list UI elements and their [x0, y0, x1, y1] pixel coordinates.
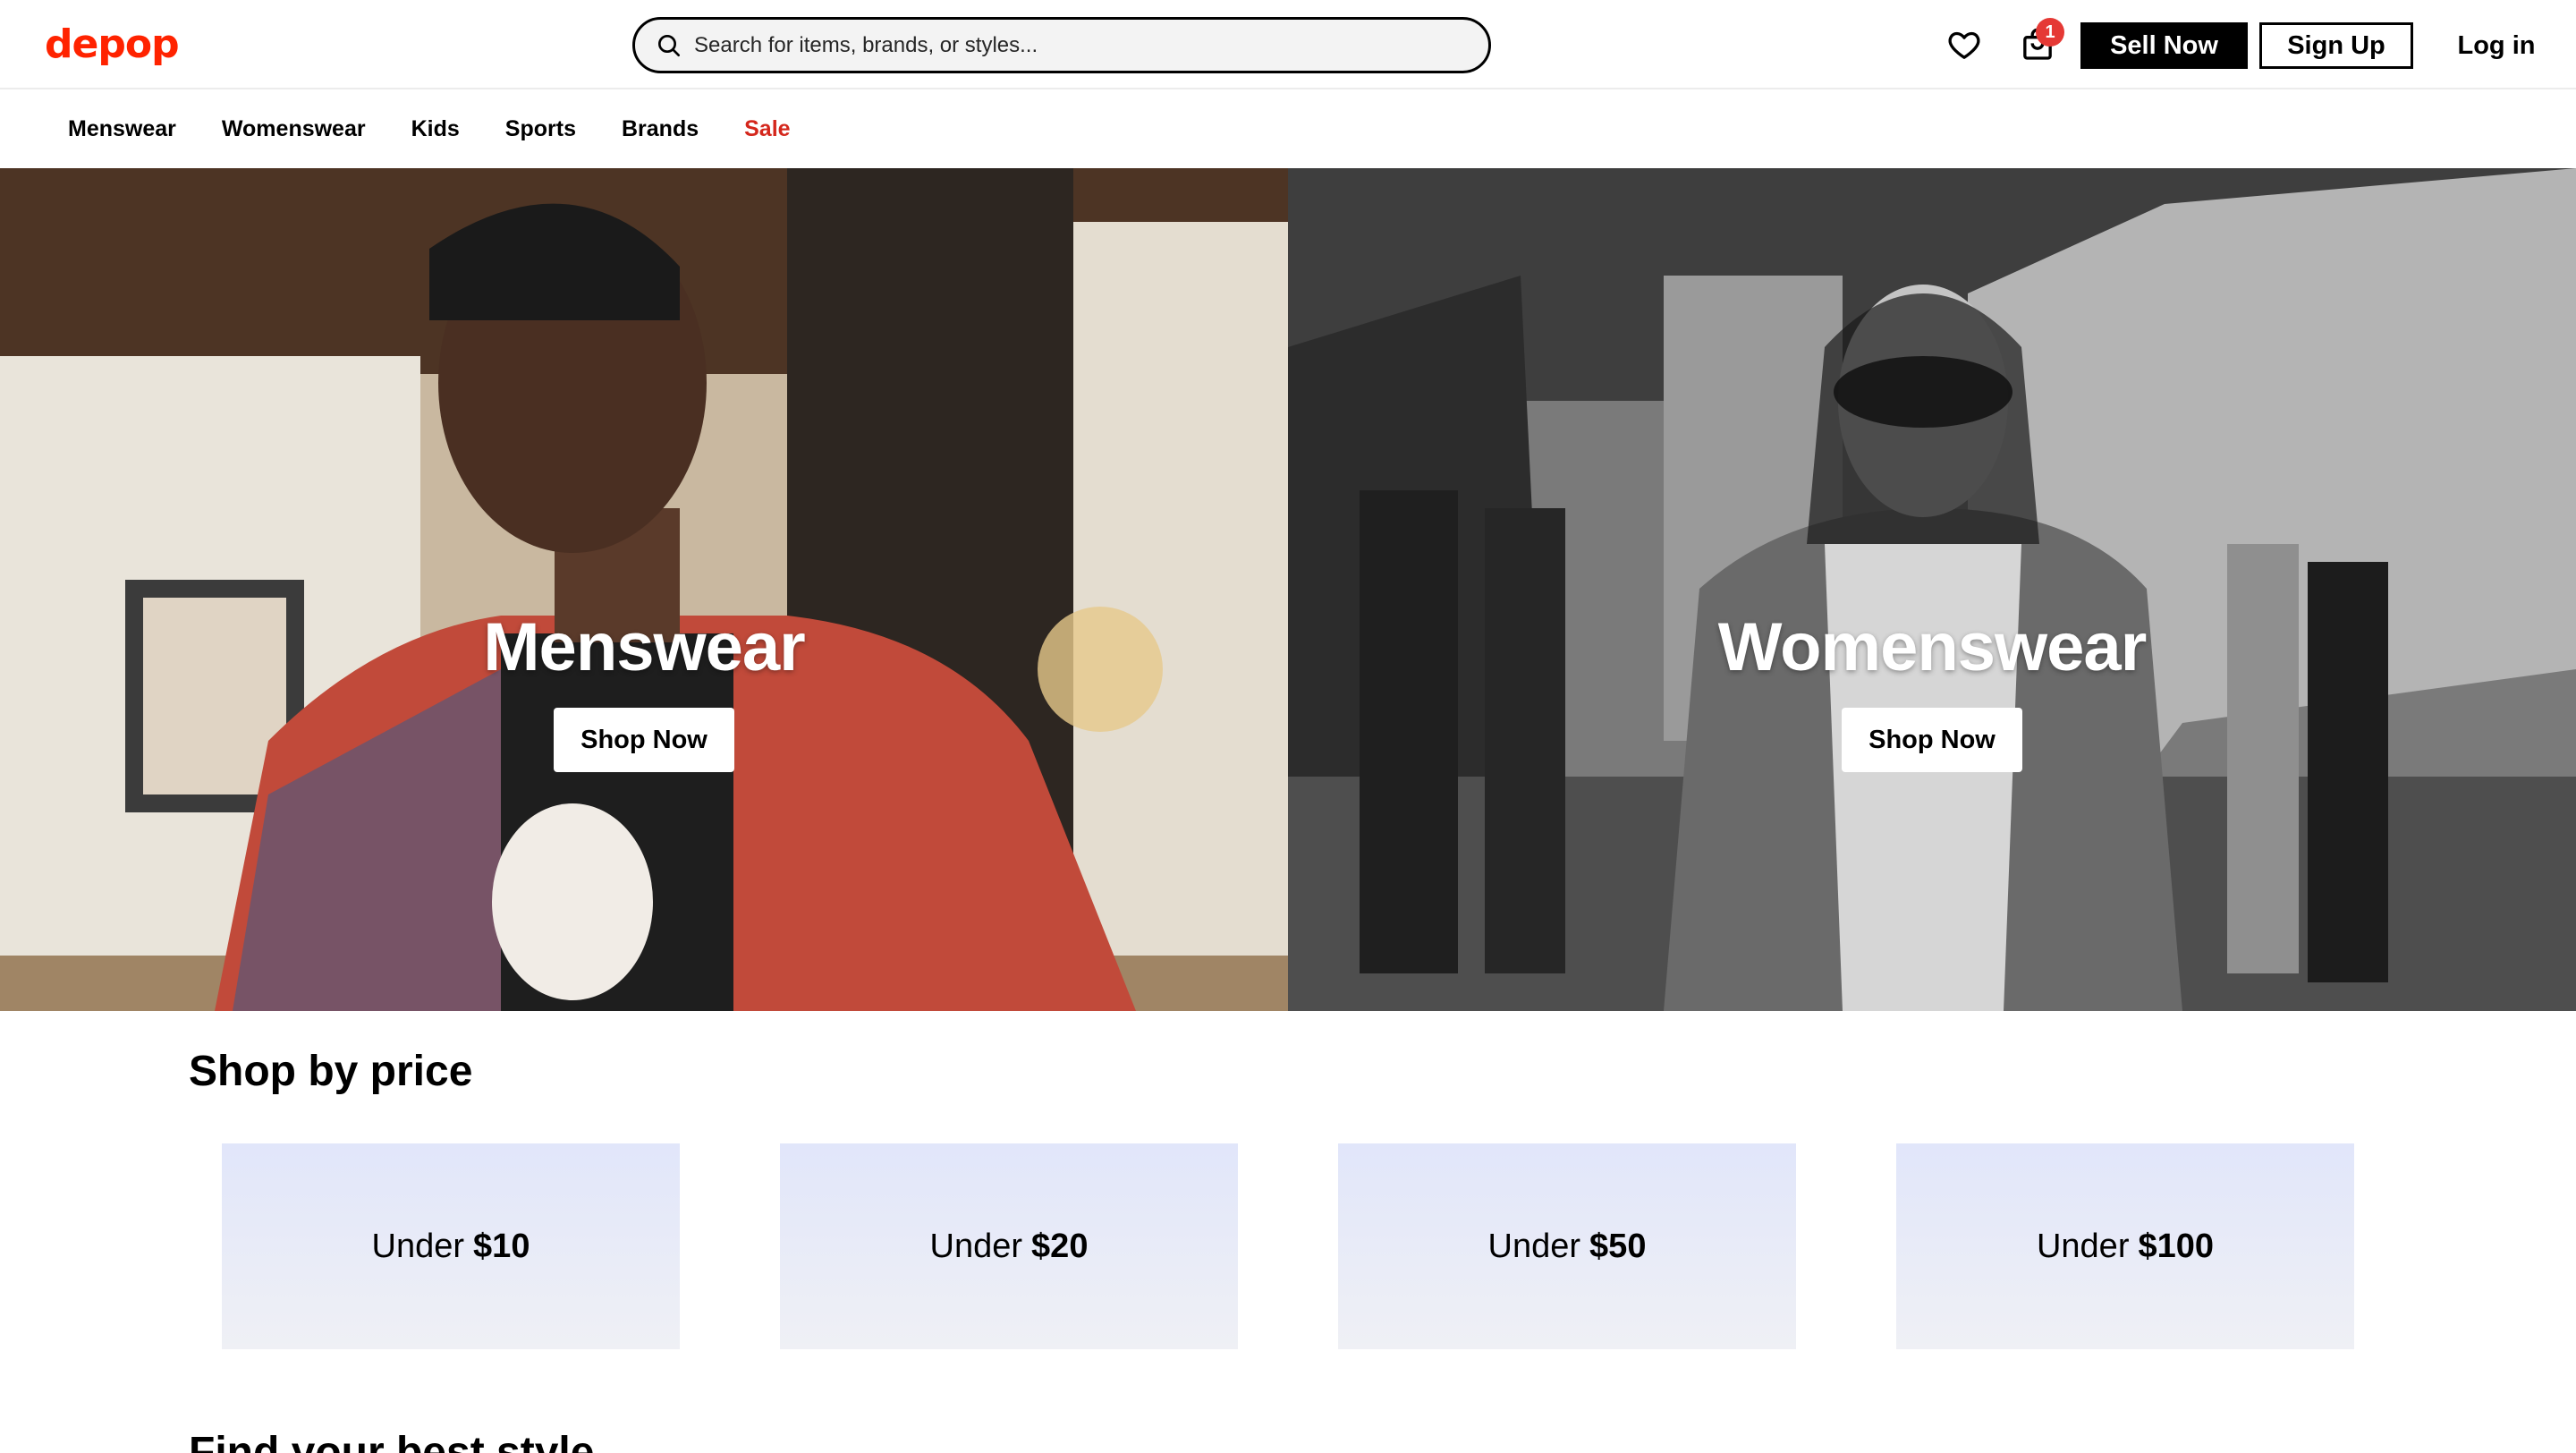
nav-item-menswear[interactable]: Menswear — [68, 116, 176, 142]
nav-item-sports[interactable]: Sports — [505, 116, 576, 142]
heart-icon[interactable] — [1945, 25, 1984, 64]
price-card-amount: $50 — [1589, 1227, 1647, 1265]
price-card-prefix: Under — [2036, 1227, 2130, 1265]
price-card-prefix: Under — [371, 1227, 465, 1265]
shop-now-menswear-button[interactable]: Shop Now — [554, 708, 734, 772]
search-icon — [658, 34, 680, 56]
category-nav: Menswear Womenswear Kids Sports Brands S… — [0, 89, 2576, 168]
bag-count-badge: 1 — [2036, 18, 2064, 47]
price-card-under-100[interactable]: Under $100 — [1896, 1143, 2354, 1349]
price-card-amount: $10 — [473, 1227, 530, 1265]
price-card-under-10[interactable]: Under $10 — [222, 1143, 680, 1349]
nav-item-kids[interactable]: Kids — [411, 116, 460, 142]
price-card-amount: $20 — [1031, 1227, 1089, 1265]
nav-item-brands[interactable]: Brands — [622, 116, 699, 142]
hero-title-menswear: Menswear — [483, 609, 806, 685]
sign-up-button[interactable]: Sign Up — [2259, 22, 2413, 69]
price-card-prefix: Under — [929, 1227, 1023, 1265]
shop-now-womenswear-button[interactable]: Shop Now — [1842, 708, 2022, 772]
log-in-button[interactable]: Log in — [2429, 22, 2563, 69]
search-input[interactable] — [694, 32, 1463, 58]
shop-by-price-heading: Shop by price — [189, 1048, 473, 1095]
top-header: depop 1 Sell Now Sign Up Log in — [0, 0, 2576, 89]
hero-menswear[interactable]: Menswear Shop Now — [0, 168, 1288, 1011]
search-bar[interactable] — [632, 17, 1491, 73]
price-card-under-50[interactable]: Under $50 — [1338, 1143, 1796, 1349]
hero-title-womenswear: Womenswear — [1717, 609, 2148, 685]
depop-logo[interactable]: depop — [45, 20, 180, 70]
nav-item-sale[interactable]: Sale — [744, 116, 790, 142]
womenswear-hero-image — [1288, 168, 2576, 1011]
price-card-prefix: Under — [1487, 1227, 1581, 1265]
hero-womenswear[interactable]: Womenswear Shop Now — [1288, 168, 2576, 1011]
menswear-hero-image — [0, 168, 1288, 1011]
find-your-style-heading: Find your best style — [189, 1429, 595, 1453]
sell-now-button[interactable]: Sell Now — [2080, 22, 2248, 69]
price-card-under-20[interactable]: Under $20 — [780, 1143, 1238, 1349]
nav-item-womenswear[interactable]: Womenswear — [222, 116, 366, 142]
price-card-amount: $100 — [2138, 1227, 2215, 1265]
